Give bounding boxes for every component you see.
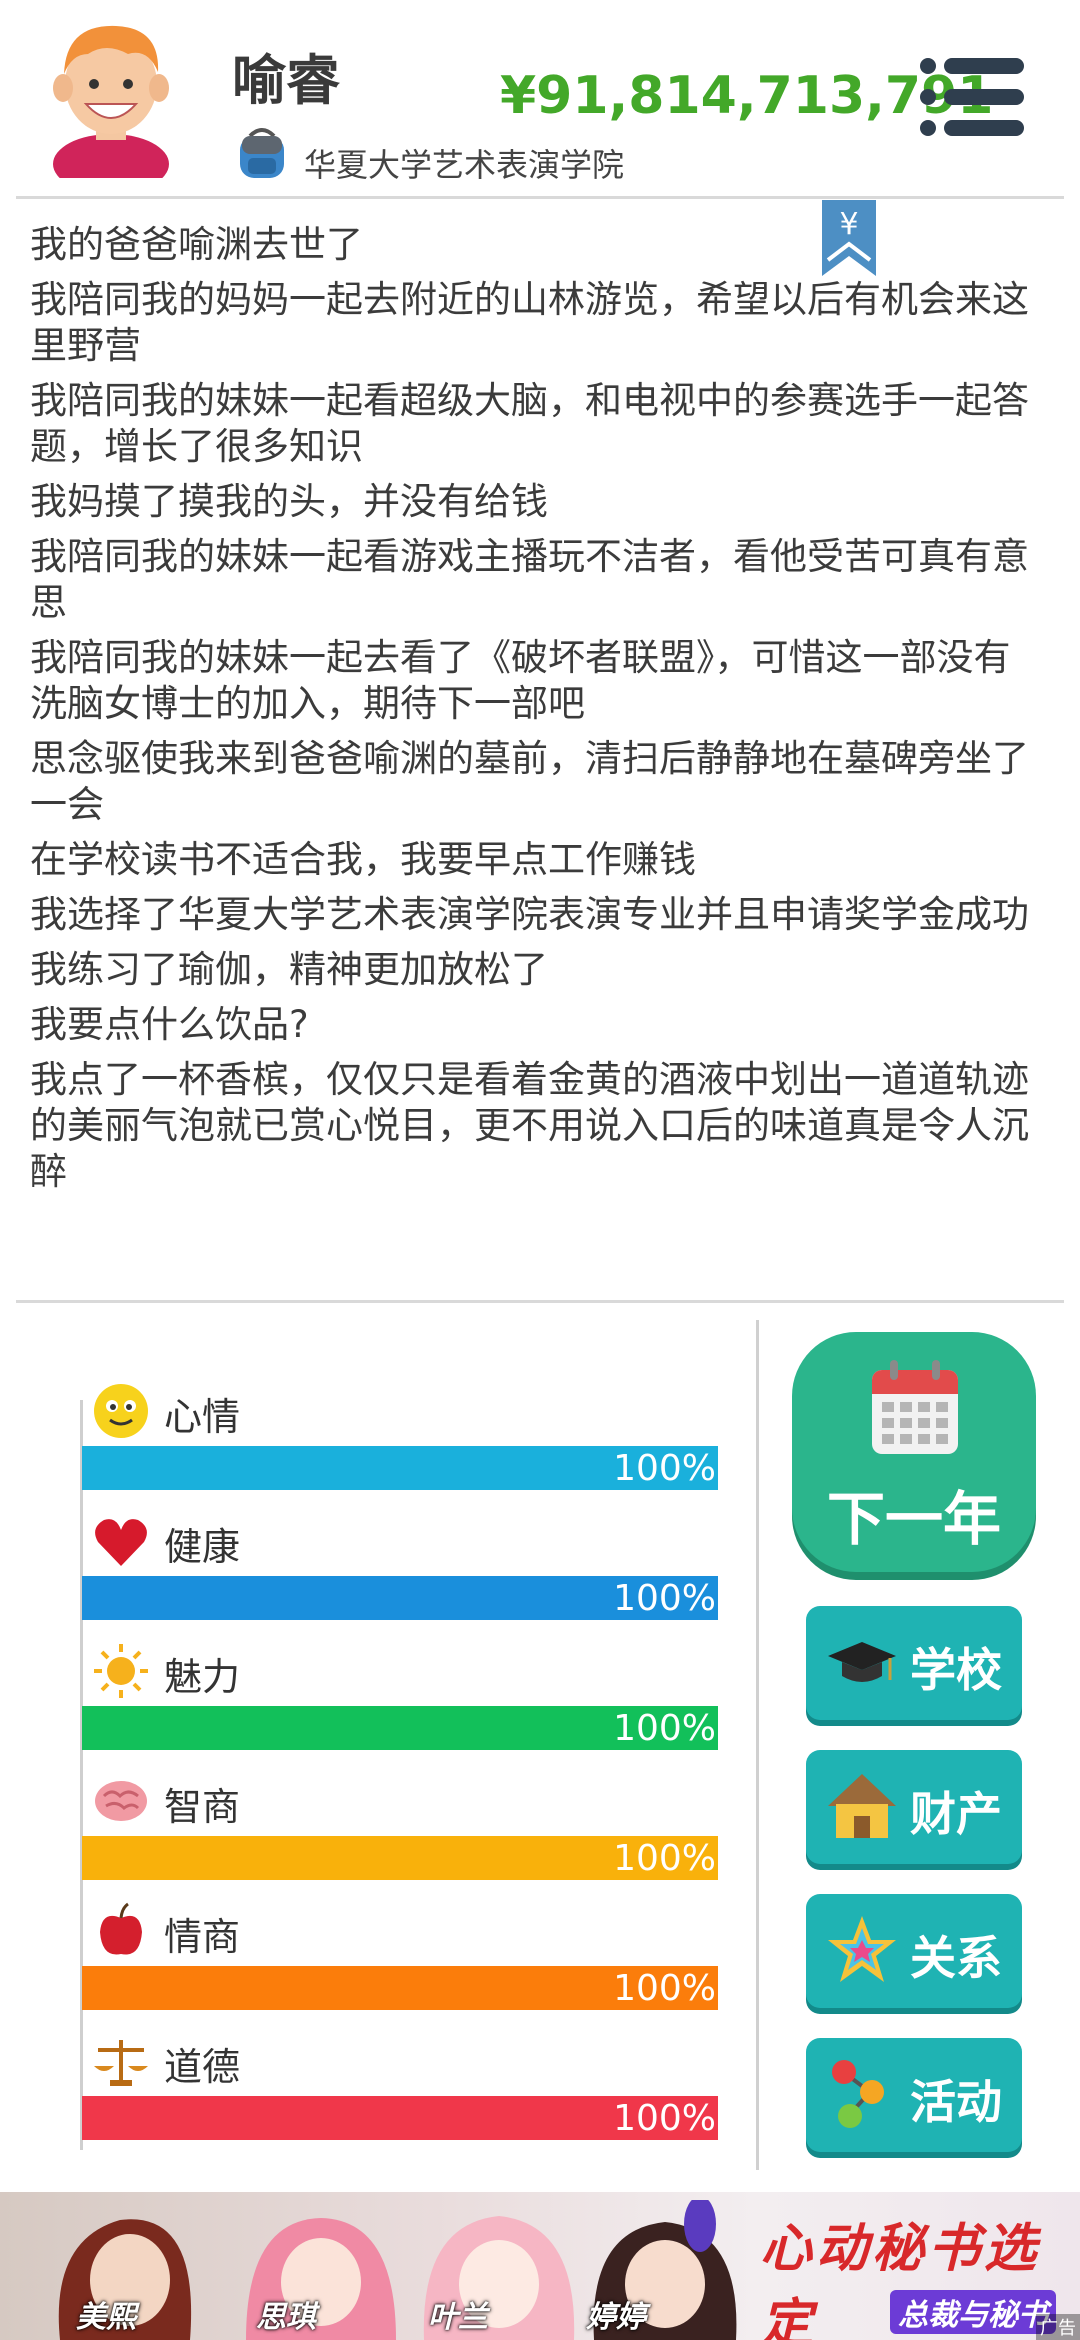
character-name-3: 叶兰 (428, 2300, 488, 2335)
log-line: 在学校读书不适合我，我要早点工作赚钱 (30, 838, 696, 881)
stat-value: 100% (613, 1578, 716, 1619)
header-divider (16, 196, 1064, 199)
stat-0: 心情 100% (82, 1378, 718, 1508)
stat-bar: 100% (82, 1576, 718, 1620)
log-line: 我陪同我的妹妹一起看超级大脑，和电视中的参赛选手一起答题，增长了很多知识 (30, 379, 1029, 468)
svg-text:¥: ¥ (839, 207, 858, 242)
sun-icon (94, 1644, 148, 1698)
stat-bar: 100% (82, 1706, 718, 1750)
next-year-label: 下一年 (826, 1485, 1001, 1553)
star-icon (828, 1916, 896, 1982)
next-year-button[interactable]: 下一年 (792, 1332, 1036, 1572)
panel-divider (756, 1320, 759, 2170)
stat-value: 100% (613, 1708, 716, 1749)
character-name-1: 美熙 (76, 2300, 136, 2335)
log-line: 我妈摸了摸我的头，并没有给钱 (30, 480, 548, 523)
avatar[interactable] (36, 14, 186, 178)
stat-1: 健康 100% (82, 1508, 718, 1638)
log-line: 我选择了华夏大学艺术表演学院表演专业并且申请奖学金成功 (30, 893, 1029, 936)
log-line: 思念驱使我来到爸爸喻渊的墓前，清扫后静静地在墓碑旁坐了一会 (30, 737, 1029, 826)
stat-bar: 100% (82, 1966, 718, 2010)
stat-3: 智商 100% (82, 1768, 718, 1898)
stat-2: 魅力 100% (82, 1638, 718, 1768)
house-icon (828, 1774, 896, 1838)
stat-label: 情商 (164, 1915, 241, 1959)
hamburger-menu-icon[interactable] (918, 56, 1028, 138)
banner-subtitle: 总裁与秘书 (890, 2290, 1056, 2334)
backpack-icon (240, 128, 284, 178)
player-name: 喻睿 (232, 49, 340, 112)
activity-dots-icon (832, 2060, 884, 2128)
property-button-label: 财产 (910, 1787, 1002, 1841)
stat-bar: 100% (82, 2096, 718, 2140)
school-button-label: 学校 (910, 1643, 1002, 1697)
ad-tag: 广告 (1036, 2314, 1080, 2340)
log-line: 我要点什么饮品? (30, 1003, 309, 1046)
log-line: 我陪同我的妹妹一起看游戏主播玩不洁者，看他受苦可真有意思 (30, 535, 1029, 624)
stat-label: 心情 (164, 1395, 241, 1439)
brain-icon (95, 1781, 147, 1821)
calendar-icon (872, 1360, 958, 1454)
log-line-partial (30, 210, 1040, 222)
stats-panel: 心情 100% 健康 100% 魅力 100% 智商 100% 情商 100% 道德 100% (0, 1310, 760, 2170)
activity-button[interactable]: 活动 (806, 2038, 1022, 2152)
event-log[interactable]: 我的爸爸喻渊去世了 我陪同我的妈妈一起去附近的山林游览，希望以后有机会来这里野营我… (30, 210, 1040, 1250)
stat-5: 道德 100% (82, 2028, 718, 2158)
stat-bar: 100% (82, 1446, 718, 1490)
log-line: 我练习了瑜伽，精神更加放松了 (30, 948, 548, 991)
stat-value: 100% (613, 1838, 716, 1879)
log-line: 我的爸爸喻渊去世了 (30, 223, 363, 266)
log-line: 我陪同我的妹妹一起去看了《破坏者联盟》，可惜这一部没有洗脑女博士的加入，期待下一… (30, 636, 1011, 725)
stat-4: 情商 100% (82, 1898, 718, 2028)
relationship-button[interactable]: 关系 (806, 1894, 1022, 2008)
stat-label: 健康 (164, 1525, 241, 1569)
stat-label: 魅力 (164, 1655, 241, 1699)
smiley-icon (94, 1384, 148, 1438)
property-button[interactable]: 财产 (806, 1750, 1022, 1864)
apple-icon (100, 1902, 142, 1955)
header: 喻睿 华夏大学艺术表演学院 ¥91,814,713,791 (0, 0, 1080, 196)
heart-icon (95, 1519, 147, 1566)
stat-label: 智商 (164, 1785, 241, 1829)
character-name-2: 思琪 (256, 2300, 316, 2335)
activity-button-label: 活动 (910, 2075, 1002, 2129)
log-line: 我陪同我的妈妈一起去附近的山林游览，希望以后有机会来这里野营 (30, 278, 1029, 367)
scales-icon (94, 2040, 148, 2086)
ad-banner[interactable]: 美熙 思琪 叶兰 婷婷 心动秘书选定 总裁与秘书 广告 (0, 2192, 1080, 2340)
log-line: 我点了一杯香槟，仅仅只是看着金黄的酒液中划出一道道轨迹的美丽气泡就已赏心悦目，更… (30, 1058, 1029, 1193)
stat-value: 100% (613, 1448, 716, 1489)
graduation-cap-icon (828, 1642, 896, 1682)
relationship-button-label: 关系 (910, 1931, 1002, 1985)
stat-bar: 100% (82, 1836, 718, 1880)
stat-value: 100% (613, 2098, 716, 2139)
stat-value: 100% (613, 1968, 716, 2009)
section-divider (16, 1300, 1064, 1303)
stat-label: 道德 (164, 2045, 241, 2089)
school-name: 华夏大学艺术表演学院 (304, 146, 625, 184)
bookmark-icon[interactable]: ¥ (822, 200, 876, 276)
character-name-4: 婷婷 (586, 2300, 646, 2335)
school-button[interactable]: 学校 (806, 1606, 1022, 1720)
